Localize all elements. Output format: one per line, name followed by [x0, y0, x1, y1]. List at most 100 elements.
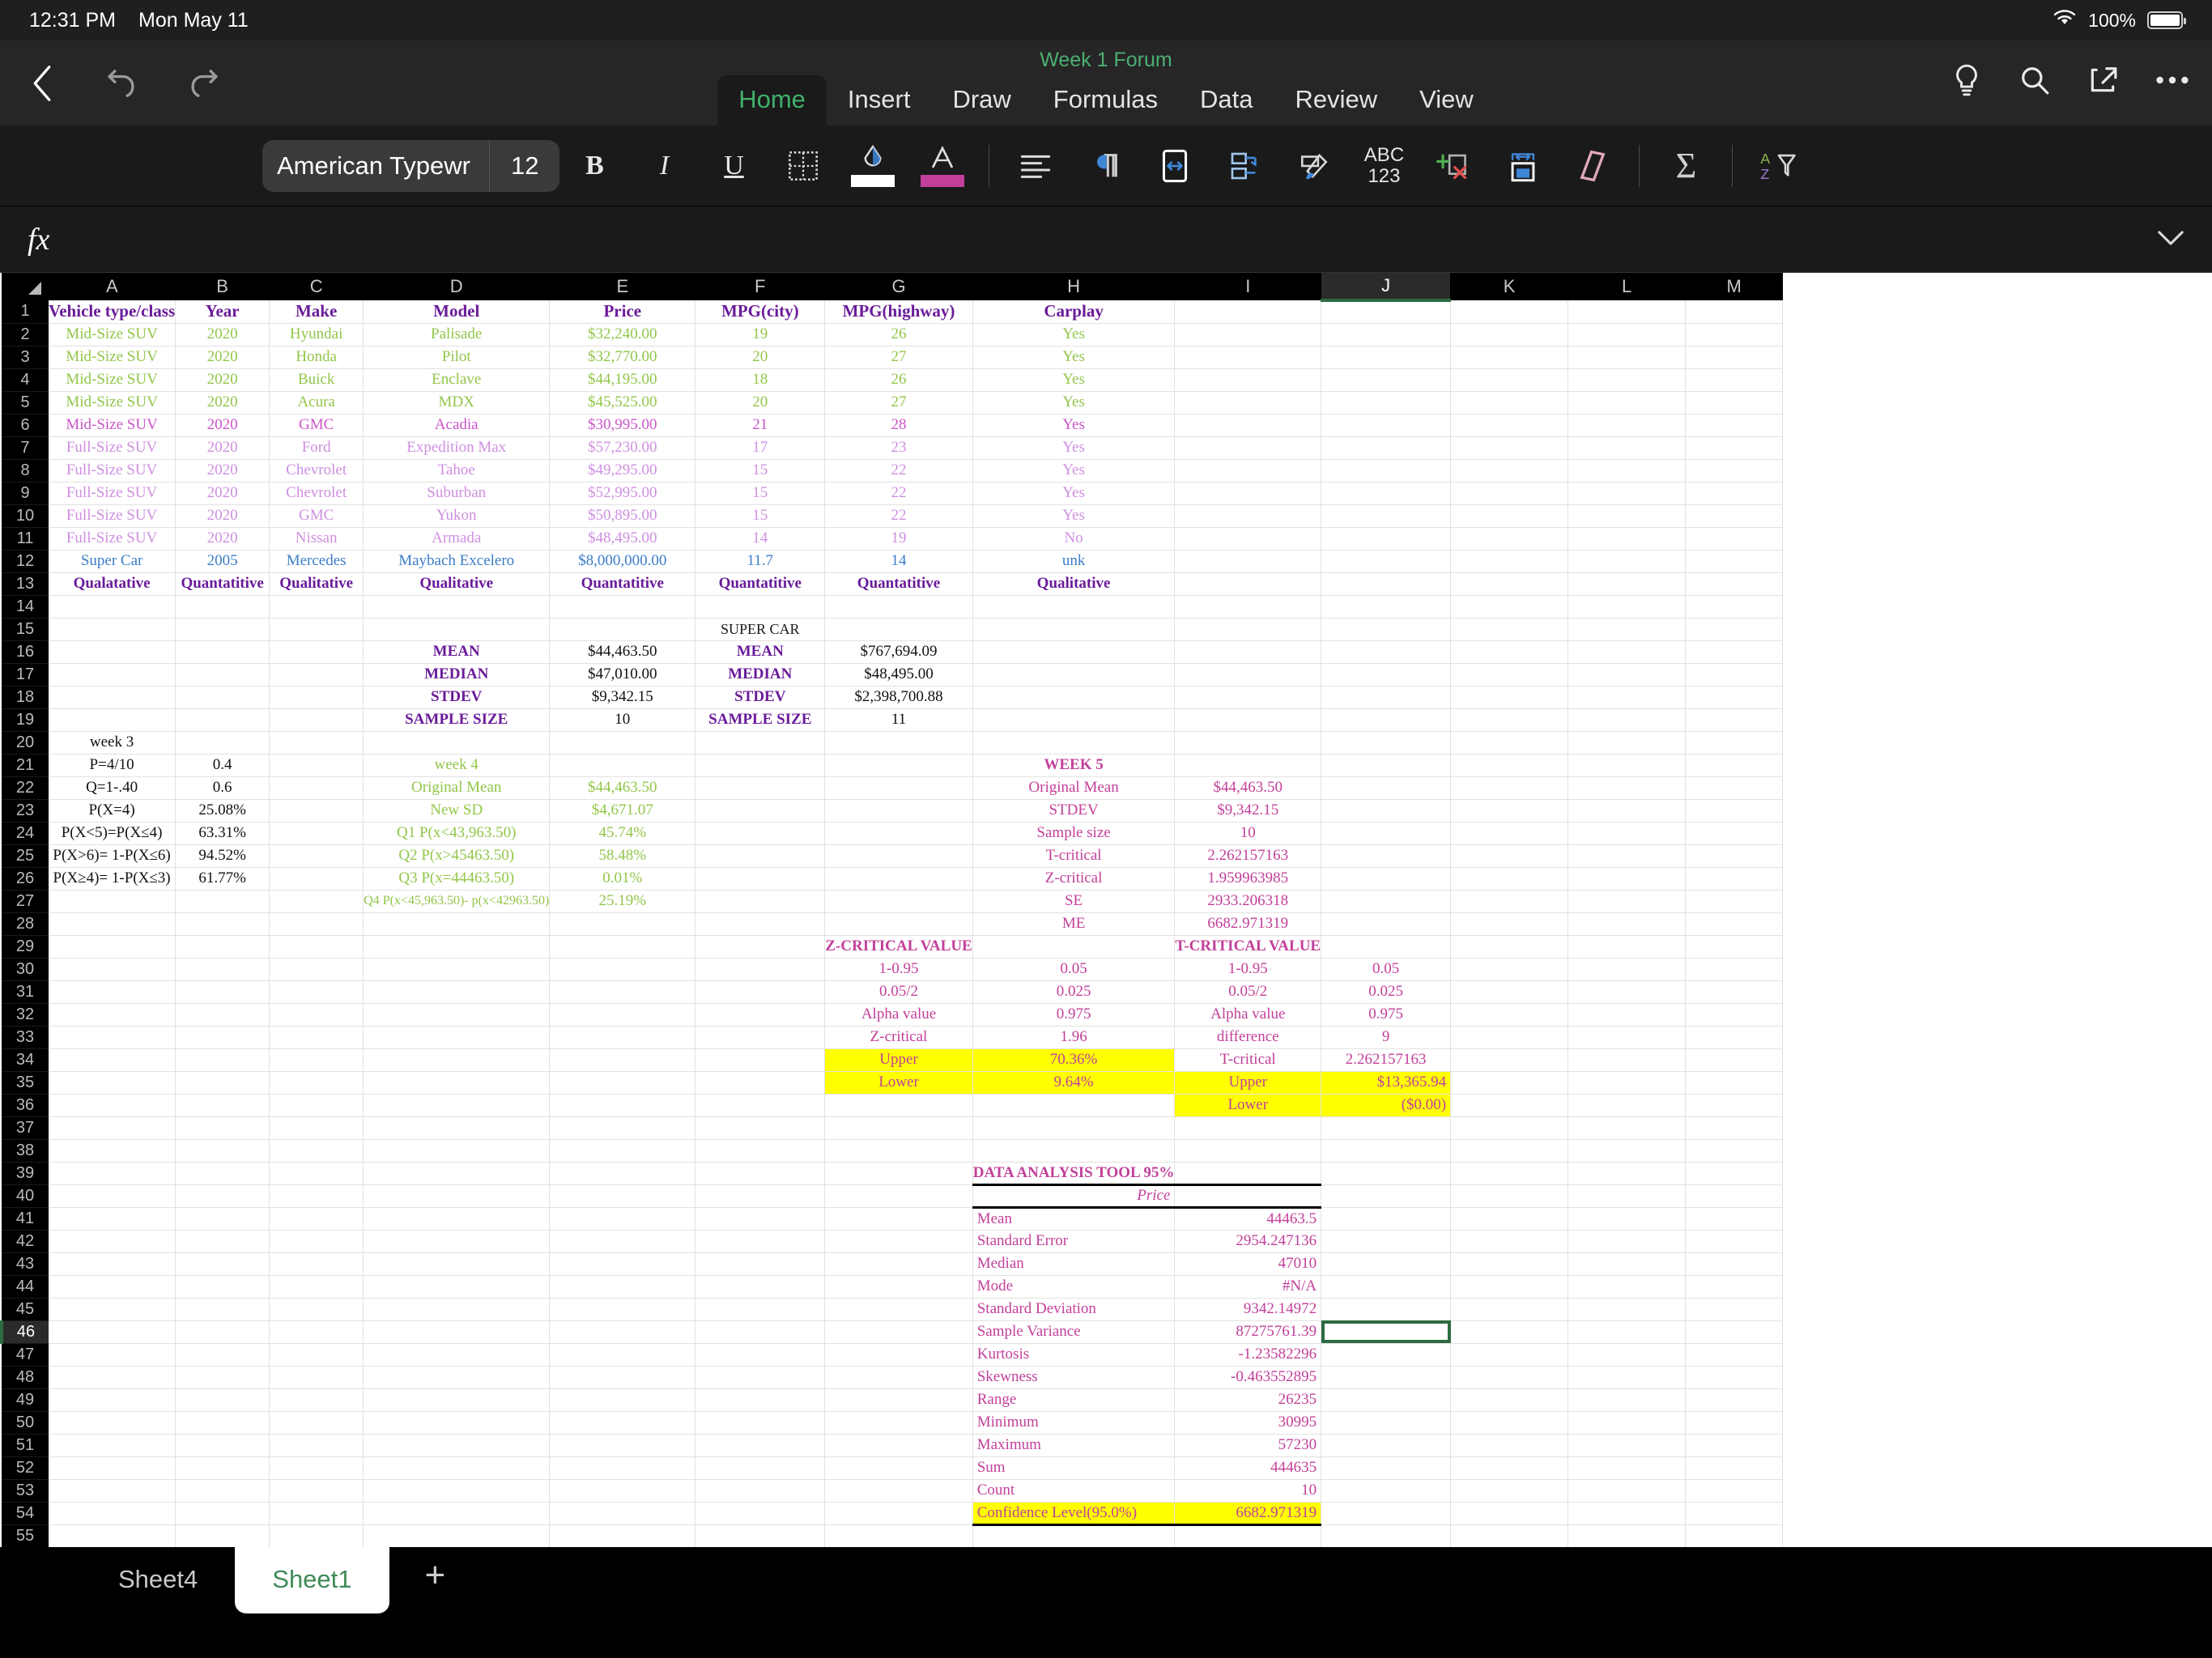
- column-header-l[interactable]: L: [1568, 273, 1687, 300]
- cell-C52[interactable]: [269, 1456, 364, 1480]
- cell-C24[interactable]: [269, 822, 364, 845]
- row-header-27[interactable]: 27: [2, 890, 49, 913]
- cell-K39[interactable]: [1450, 1162, 1569, 1185]
- row-header-17[interactable]: 17: [2, 663, 49, 687]
- row-header-15[interactable]: 15: [2, 618, 49, 641]
- cell-I26[interactable]: 1.959963985: [1174, 867, 1322, 891]
- cell-A14[interactable]: [49, 595, 177, 619]
- cell-B20[interactable]: [175, 731, 270, 755]
- text-direction-icon[interactable]: [1070, 137, 1140, 195]
- cell-A47[interactable]: [49, 1343, 177, 1367]
- cell-L19[interactable]: [1568, 708, 1687, 732]
- borders-icon[interactable]: [768, 137, 838, 195]
- format-painter-icon[interactable]: [1279, 137, 1349, 195]
- cell-C12[interactable]: Mercedes: [269, 550, 364, 573]
- cell-I32[interactable]: Alpha value: [1174, 1003, 1322, 1027]
- cell-I21[interactable]: [1174, 754, 1322, 777]
- cell-D28[interactable]: [363, 912, 551, 936]
- cell-M6[interactable]: [1685, 414, 1784, 437]
- cell-K24[interactable]: [1450, 822, 1569, 845]
- cell-A35[interactable]: [49, 1071, 177, 1095]
- cell-I9[interactable]: [1174, 482, 1322, 505]
- cell-K9[interactable]: [1450, 482, 1569, 505]
- cell-I18[interactable]: [1174, 686, 1322, 709]
- cell-E43[interactable]: [549, 1252, 696, 1276]
- cell-E17[interactable]: $47,010.00: [549, 663, 696, 687]
- cell-A53[interactable]: [49, 1479, 177, 1503]
- cell-D55[interactable]: [363, 1524, 551, 1547]
- cell-J38[interactable]: [1321, 1139, 1452, 1163]
- cell-F30[interactable]: [695, 958, 826, 981]
- cell-F25[interactable]: [695, 844, 826, 868]
- cell-G34[interactable]: Upper: [824, 1048, 973, 1072]
- row-header-46[interactable]: 46: [0, 1320, 49, 1344]
- cell-B38[interactable]: [175, 1139, 270, 1163]
- cell-E34[interactable]: [549, 1048, 696, 1072]
- cell-K2[interactable]: [1450, 323, 1569, 346]
- cell-I5[interactable]: [1174, 391, 1322, 414]
- cell-C28[interactable]: [269, 912, 364, 936]
- cell-I23[interactable]: $9,342.15: [1174, 799, 1322, 823]
- cell-J20[interactable]: [1321, 731, 1452, 755]
- cell-D16[interactable]: MEAN: [363, 640, 551, 664]
- cell-C32[interactable]: [269, 1003, 364, 1027]
- cell-L39[interactable]: [1568, 1162, 1687, 1185]
- cell-F2[interactable]: 19: [695, 323, 826, 346]
- cell-K8[interactable]: [1450, 459, 1569, 483]
- cell-F29[interactable]: [695, 935, 826, 959]
- cell-G27[interactable]: [824, 890, 973, 913]
- italic-button[interactable]: I: [629, 137, 699, 195]
- cell-C35[interactable]: [269, 1071, 364, 1095]
- cell-L17[interactable]: [1568, 663, 1687, 687]
- cell-D33[interactable]: [363, 1026, 551, 1049]
- cell-H1[interactable]: Carplay: [972, 300, 1176, 324]
- cell-K30[interactable]: [1450, 958, 1569, 981]
- cell-M42[interactable]: [1685, 1230, 1784, 1253]
- cell-G49[interactable]: [824, 1388, 973, 1412]
- cell-C16[interactable]: [269, 640, 364, 664]
- cell-C34[interactable]: [269, 1048, 364, 1072]
- cell-E55[interactable]: [549, 1524, 696, 1547]
- cell-D50[interactable]: [363, 1411, 551, 1435]
- cell-F32[interactable]: [695, 1003, 826, 1027]
- cell-M55[interactable]: [1685, 1524, 1784, 1547]
- cell-J28[interactable]: [1321, 912, 1452, 936]
- cell-D27[interactable]: Q4 P(x<45,963.50)- p(x<42963.50): [363, 890, 551, 913]
- cell-H51[interactable]: Maximum: [972, 1434, 1176, 1457]
- cell-K37[interactable]: [1450, 1116, 1569, 1140]
- cell-D21[interactable]: week 4: [363, 754, 551, 777]
- cell-E35[interactable]: [549, 1071, 696, 1095]
- sheet-tab-sheet1[interactable]: Sheet1: [235, 1547, 389, 1613]
- cell-C13[interactable]: Qualitative: [269, 572, 364, 596]
- cell-B1[interactable]: Year: [175, 300, 270, 324]
- cell-C4[interactable]: Buick: [269, 368, 364, 392]
- cell-K29[interactable]: [1450, 935, 1569, 959]
- cell-D8[interactable]: Tahoe: [363, 459, 551, 483]
- cell-D19[interactable]: SAMPLE SIZE: [363, 708, 551, 732]
- cell-E36[interactable]: [549, 1094, 696, 1117]
- cell-E42[interactable]: [549, 1230, 696, 1253]
- cell-J1[interactable]: [1321, 300, 1452, 324]
- cell-I49[interactable]: 26235: [1174, 1388, 1322, 1412]
- cell-M12[interactable]: [1685, 550, 1784, 573]
- cell-G36[interactable]: [824, 1094, 973, 1117]
- cell-B42[interactable]: [175, 1230, 270, 1253]
- cell-K52[interactable]: [1450, 1456, 1569, 1480]
- row-header-53[interactable]: 53: [2, 1479, 49, 1503]
- cell-B52[interactable]: [175, 1456, 270, 1480]
- cell-E21[interactable]: [549, 754, 696, 777]
- cell-M27[interactable]: [1685, 890, 1784, 913]
- cell-E7[interactable]: $57,230.00: [549, 436, 696, 460]
- row-header-14[interactable]: 14: [2, 595, 49, 619]
- cell-M16[interactable]: [1685, 640, 1784, 664]
- cell-J25[interactable]: [1321, 844, 1452, 868]
- cell-J40[interactable]: [1321, 1184, 1452, 1208]
- cell-L21[interactable]: [1568, 754, 1687, 777]
- cell-G29[interactable]: Z-CRITICAL VALUE: [824, 935, 973, 959]
- cell-H15[interactable]: [972, 618, 1176, 641]
- cell-A26[interactable]: P(X≥4)= 1-P(X≤3): [49, 867, 177, 891]
- cell-E19[interactable]: 10: [549, 708, 696, 732]
- cell-G30[interactable]: 1-0.95: [824, 958, 973, 981]
- cell-G19[interactable]: 11: [824, 708, 973, 732]
- cell-I6[interactable]: [1174, 414, 1322, 437]
